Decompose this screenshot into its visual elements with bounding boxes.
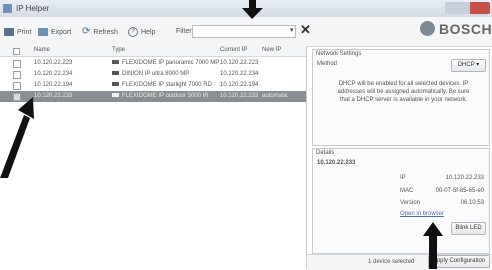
up-arrow-icon xyxy=(423,222,443,236)
arrow-shaft xyxy=(0,115,30,178)
arrow-shaft xyxy=(429,232,437,269)
annotation-arrows xyxy=(0,0,443,269)
down-arrow-icon xyxy=(242,8,263,19)
up-right-arrow-icon xyxy=(18,97,34,119)
